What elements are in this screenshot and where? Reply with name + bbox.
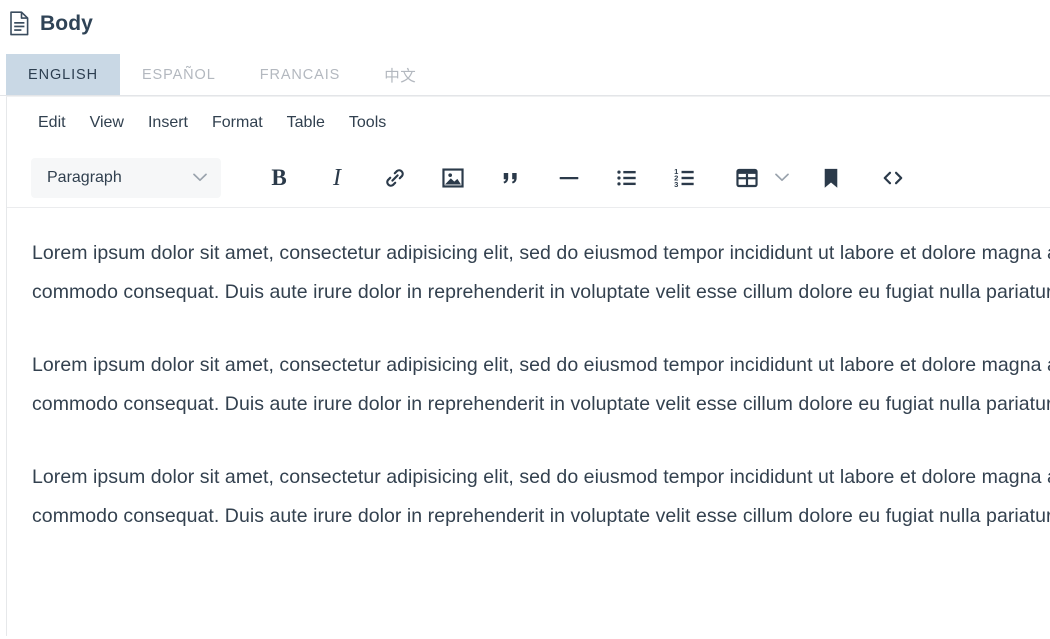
paragraph-line: Lorem ipsum dolor sit amet, consectetur … bbox=[32, 570, 1050, 578]
body-paragraph[interactable]: Lorem ipsum dolor sit amet, consectetur … bbox=[32, 458, 1050, 536]
paragraph-line: commodo consequat. Duis aute irure dolor… bbox=[32, 505, 1050, 527]
body-paragraph[interactable]: Lorem ipsum dolor sit amet, consectetur … bbox=[32, 570, 1050, 578]
bold-button[interactable]: B bbox=[257, 158, 301, 198]
code-icon bbox=[880, 165, 906, 191]
chevron-down-icon bbox=[193, 169, 207, 187]
table-button[interactable] bbox=[725, 158, 769, 198]
paragraph-line: Lorem ipsum dolor sit amet, consectetur … bbox=[32, 466, 1050, 488]
menu-item-format[interactable]: Format bbox=[200, 110, 275, 136]
block-format-select[interactable]: Paragraph bbox=[31, 158, 221, 198]
blockquote-button[interactable] bbox=[489, 158, 533, 198]
language-tab-english[interactable]: ENGLISH bbox=[6, 54, 120, 95]
document-icon bbox=[9, 10, 30, 36]
block-format-value: Paragraph bbox=[47, 169, 122, 186]
menu-item-insert[interactable]: Insert bbox=[136, 110, 200, 136]
menu-item-view[interactable]: View bbox=[78, 110, 136, 136]
menu-item-tools[interactable]: Tools bbox=[337, 110, 398, 136]
language-tabs: ENGLISH ESPAÑOL FRANCAIS 中文 bbox=[0, 54, 1050, 95]
anchor-button[interactable] bbox=[809, 158, 853, 198]
paragraph-line: commodo consequat. Duis aute irure dolor… bbox=[32, 393, 1050, 415]
bullet-list-button[interactable] bbox=[605, 158, 649, 198]
rich-text-editor: Edit View Insert Format Table Tools Para… bbox=[6, 96, 1050, 636]
page-title: Body bbox=[40, 11, 93, 35]
table-icon bbox=[734, 165, 760, 191]
italic-button[interactable]: I bbox=[315, 158, 359, 198]
menu-item-edit[interactable]: Edit bbox=[38, 110, 78, 136]
source-code-button[interactable] bbox=[871, 158, 915, 198]
language-tab-francais[interactable]: FRANCAIS bbox=[238, 54, 363, 95]
editor-toolbar: Paragraph B I 1 2 3 bbox=[7, 149, 1050, 207]
paragraph-line: commodo consequat. Duis aute irure dolor… bbox=[32, 281, 1050, 303]
bookmark-icon bbox=[818, 165, 844, 191]
numbered-list-icon: 1 2 3 bbox=[672, 165, 698, 191]
horizontal-rule-button[interactable] bbox=[547, 158, 591, 198]
link-button[interactable] bbox=[373, 158, 417, 198]
editor-content-area[interactable]: Lorem ipsum dolor sit amet, consectetur … bbox=[7, 208, 1050, 578]
quote-icon bbox=[498, 165, 524, 191]
link-icon bbox=[382, 165, 408, 191]
table-control-group bbox=[725, 158, 809, 198]
bullet-list-icon bbox=[614, 165, 640, 191]
body-paragraph[interactable]: Lorem ipsum dolor sit amet, consectetur … bbox=[32, 346, 1050, 424]
language-tab-chinese[interactable]: 中文 bbox=[362, 54, 438, 95]
field-header: Body bbox=[0, 0, 1050, 40]
table-dropdown-button[interactable] bbox=[769, 158, 795, 198]
image-button[interactable] bbox=[431, 158, 475, 198]
svg-text:3: 3 bbox=[674, 180, 678, 189]
image-icon bbox=[440, 165, 466, 191]
menu-item-table[interactable]: Table bbox=[275, 110, 337, 136]
numbered-list-button[interactable]: 1 2 3 bbox=[663, 158, 707, 198]
paragraph-line: Lorem ipsum dolor sit amet, consectetur … bbox=[32, 354, 1050, 376]
language-tab-espanol[interactable]: ESPAÑOL bbox=[120, 54, 238, 95]
body-paragraph[interactable]: Lorem ipsum dolor sit amet, consectetur … bbox=[32, 234, 1050, 312]
chevron-down-icon bbox=[775, 169, 789, 187]
paragraph-line: Lorem ipsum dolor sit amet, consectetur … bbox=[32, 242, 1050, 264]
horizontal-rule-icon bbox=[556, 165, 582, 191]
editor-menubar: Edit View Insert Format Table Tools bbox=[7, 97, 1050, 149]
